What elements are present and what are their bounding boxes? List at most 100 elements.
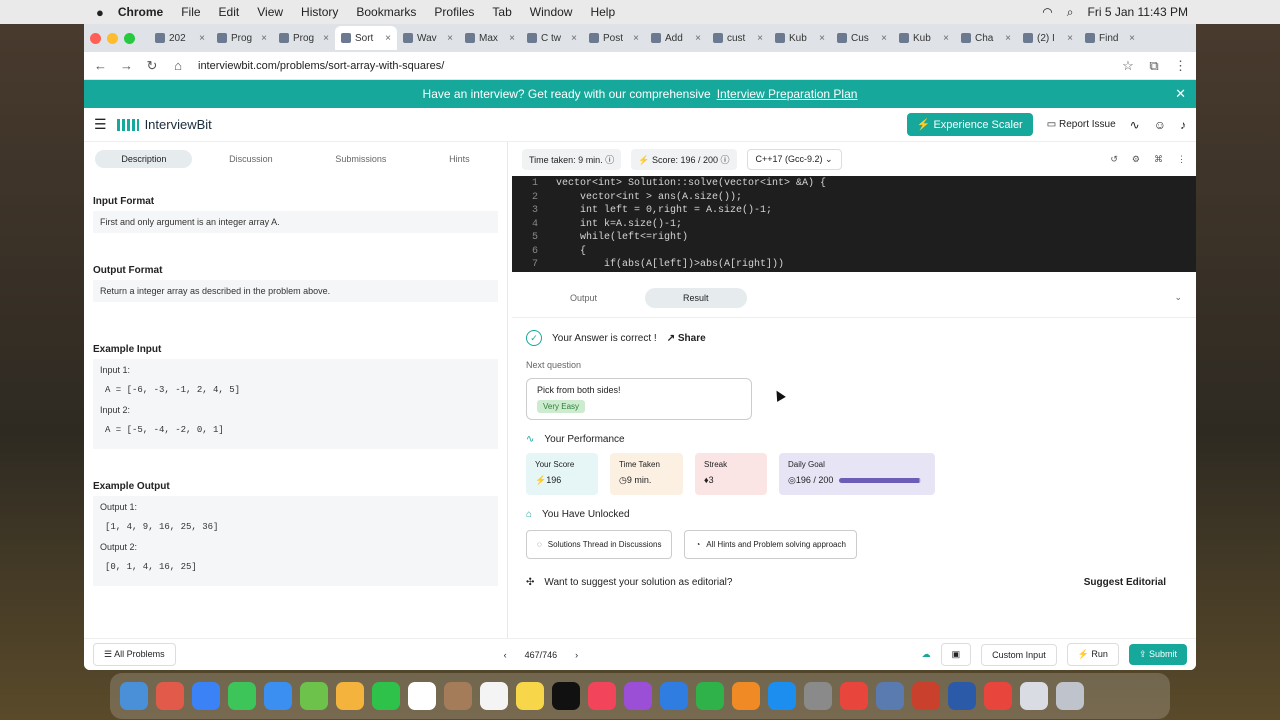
prev-icon[interactable]: ‹ (504, 650, 507, 660)
search-icon[interactable]: ⌕ (1067, 5, 1074, 20)
browser-tab[interactable]: Wav × (397, 26, 459, 50)
chevron-down-icon[interactable]: ⌄ (1174, 292, 1182, 303)
browser-tab[interactable]: Cha × (955, 26, 1017, 50)
menu-tab[interactable]: Tab (492, 5, 511, 19)
tv-icon[interactable] (552, 682, 580, 710)
powerpoint-icon[interactable] (912, 682, 940, 710)
close-tab-icon[interactable]: × (323, 33, 329, 44)
extensions-icon[interactable]: ⧉ (1148, 58, 1160, 74)
back-icon[interactable]: ← (94, 58, 107, 73)
reload-icon[interactable]: ↻ (146, 58, 158, 74)
browser-tab[interactable]: Cus × (831, 26, 893, 50)
calendar-icon[interactable] (408, 682, 436, 710)
wifi-icon[interactable]: ◠ (1042, 5, 1052, 19)
menu-help[interactable]: Help (590, 5, 615, 19)
close-tab-icon[interactable]: × (819, 33, 825, 44)
experience-scaler-button[interactable]: ⚡ Experience Scaler (906, 113, 1033, 136)
quicktime-icon[interactable] (948, 682, 976, 710)
close-tab-icon[interactable]: × (509, 33, 515, 44)
browser-tab[interactable]: Prog × (273, 26, 335, 50)
browser-tab[interactable]: 202 × (149, 26, 211, 50)
mail-icon[interactable] (264, 682, 292, 710)
close-tab-icon[interactable]: × (757, 33, 763, 44)
pages-icon[interactable] (732, 682, 760, 710)
close-tab-icon[interactable]: × (385, 33, 391, 44)
terminal-icon[interactable]: ▣ (940, 643, 972, 666)
next-question-card[interactable]: Pick from both sides! Very Easy (526, 378, 752, 420)
close-tab-icon[interactable]: × (633, 33, 639, 44)
trash-icon[interactable] (1056, 682, 1084, 710)
preview-icon[interactable] (876, 682, 904, 710)
close-tab-icon[interactable]: × (447, 33, 453, 44)
share-button[interactable]: ↗ Share (667, 333, 706, 344)
activity-icon[interactable]: ∿ (1130, 118, 1140, 132)
tab-discussion[interactable]: Discussion (203, 150, 299, 168)
browser-tab[interactable]: Add × (645, 26, 707, 50)
home-icon[interactable]: ⌂ (172, 58, 184, 73)
contacts-icon[interactable] (444, 682, 472, 710)
custom-input-button[interactable]: Custom Input (981, 643, 1057, 666)
run-button[interactable]: ⚡ Run (1066, 643, 1119, 666)
chrome-alt-icon[interactable] (984, 682, 1012, 710)
close-tab-icon[interactable]: × (261, 33, 267, 44)
facetime-icon[interactable] (372, 682, 400, 710)
numbers-icon[interactable] (696, 682, 724, 710)
menu-edit[interactable]: Edit (219, 5, 240, 19)
podcasts-icon[interactable] (624, 682, 652, 710)
submit-button[interactable]: ⇪ Submit (1128, 644, 1187, 665)
reset-icon[interactable]: ↺ (1110, 154, 1118, 165)
browser-tab-active[interactable]: Sort × (335, 26, 397, 50)
browser-tab[interactable]: C tw × (521, 26, 583, 50)
close-tab-icon[interactable]: × (571, 33, 577, 44)
maps-icon[interactable] (300, 682, 328, 710)
close-tab-icon[interactable]: × (1067, 33, 1073, 44)
report-issue-button[interactable]: ▭ Report Issue (1047, 119, 1116, 130)
url-input[interactable]: interviewbit.com/problems/sort-array-wit… (198, 60, 1108, 72)
safari-icon[interactable] (192, 682, 220, 710)
browser-tab[interactable]: Max × (459, 26, 521, 50)
system-settings-icon[interactable] (804, 682, 832, 710)
app-store-icon[interactable] (768, 682, 796, 710)
browser-tab[interactable]: (2) I × (1017, 26, 1079, 50)
close-tab-icon[interactable]: × (881, 33, 887, 44)
next-icon[interactable]: › (575, 650, 578, 660)
browser-tab[interactable]: Post × (583, 26, 645, 50)
launchpad-icon[interactable] (156, 682, 184, 710)
suggest-editorial-button[interactable]: Suggest Editorial (1084, 577, 1166, 588)
menu-view[interactable]: View (257, 5, 283, 19)
browser-tab[interactable]: Kub × (893, 26, 955, 50)
menu-app[interactable]: Chrome (118, 5, 163, 19)
language-select[interactable]: C++17 (Gcc-9.2) ⌄ (746, 148, 842, 170)
menu-history[interactable]: History (301, 5, 338, 19)
apple-icon[interactable]: ● (96, 5, 104, 20)
reminders-icon[interactable] (480, 682, 508, 710)
tab-output[interactable]: Output (532, 288, 635, 308)
shortcut-icon[interactable]: ⌘ (1154, 154, 1163, 165)
menu-file[interactable]: File (181, 5, 200, 19)
forward-icon[interactable]: → (120, 58, 133, 73)
menu-profiles[interactable]: Profiles (434, 5, 474, 19)
tab-submissions[interactable]: Submissions (309, 150, 412, 168)
logo[interactable]: InterviewBit (116, 117, 212, 132)
unlock-discussions-card[interactable]: ◌ Solutions Thread in Discussions (526, 530, 673, 559)
music-icon[interactable] (588, 682, 616, 710)
tab-description[interactable]: Description (95, 150, 193, 168)
minimize-window-icon[interactable] (107, 32, 118, 44)
menu-bookmarks[interactable]: Bookmarks (356, 5, 416, 19)
all-problems-button[interactable]: ☰ All Problems (93, 643, 176, 666)
keynote-icon[interactable] (660, 682, 688, 710)
close-tab-icon[interactable]: × (695, 33, 701, 44)
banner-link[interactable]: Interview Preparation Plan (717, 87, 858, 101)
close-icon[interactable]: ✕ (1175, 86, 1186, 102)
browser-tab[interactable]: cust × (707, 26, 769, 50)
close-tab-icon[interactable]: × (199, 33, 205, 44)
unlock-hints-card[interactable]: ◔ All Hints and Problem solving approach (684, 530, 857, 559)
hamburger-icon[interactable]: ☰ (94, 116, 107, 133)
code-editor[interactable]: 1 vector<int> Solution::solve(vector<int>… (512, 176, 1196, 272)
close-tab-icon[interactable]: × (1129, 33, 1135, 44)
bell-icon[interactable]: ♪ (1180, 118, 1186, 132)
zoom-window-icon[interactable] (124, 32, 135, 44)
more-icon[interactable]: ⋮ (1177, 154, 1186, 165)
downloads-icon[interactable] (1020, 682, 1048, 710)
photos-icon[interactable] (336, 682, 364, 710)
